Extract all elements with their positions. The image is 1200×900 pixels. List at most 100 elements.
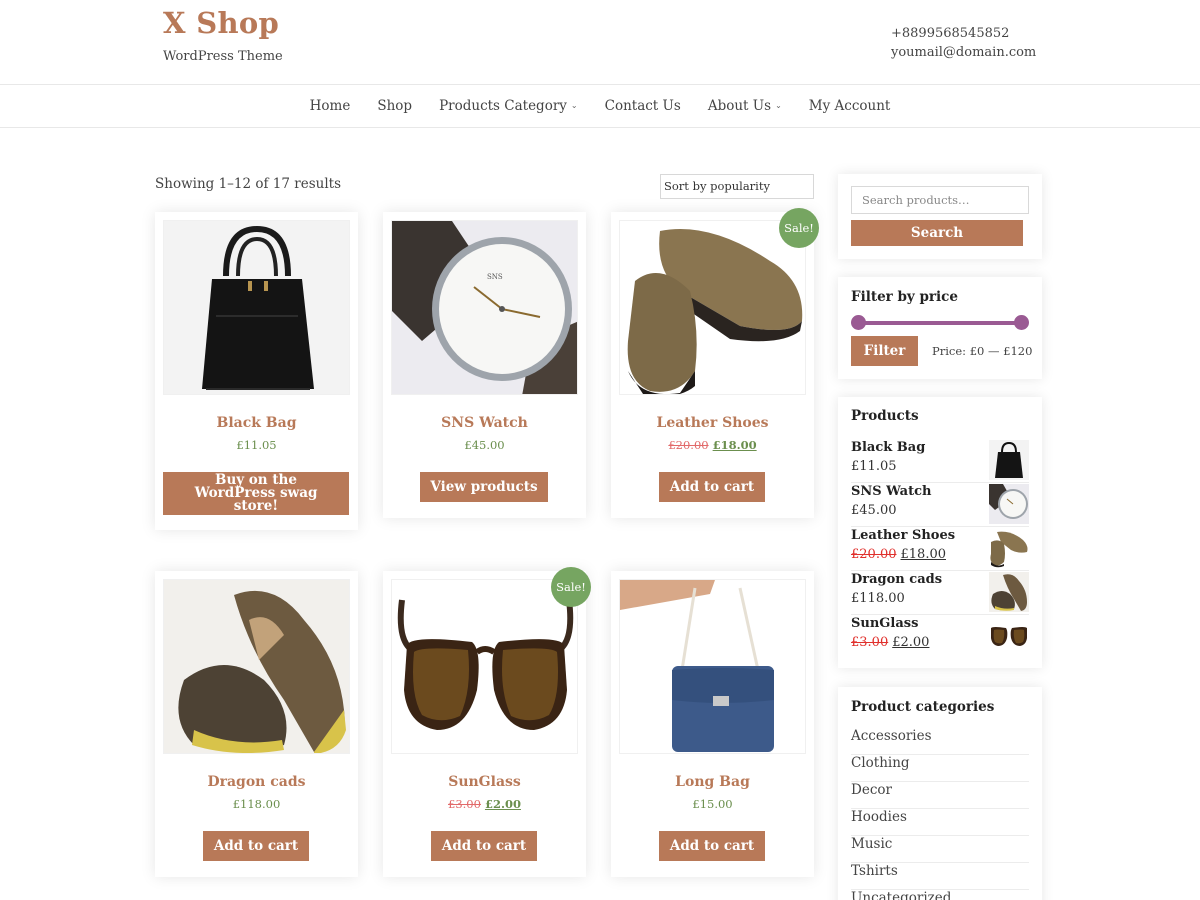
product-card: SNS SNS Watch £45.00 View products — [383, 212, 586, 518]
nav-label: Products Category — [439, 98, 567, 114]
chevron-down-icon: ⌄ — [570, 100, 578, 110]
category-link[interactable]: Hoodies — [851, 809, 1029, 836]
product-list-item[interactable]: Black Bag £11.05 — [851, 439, 1029, 483]
thumb-sunglasses[interactable] — [989, 616, 1029, 656]
site-header: X Shop WordPress Theme +8899568545852 yo… — [0, 0, 1200, 85]
price-slider-max-handle[interactable] — [1014, 315, 1029, 330]
price-filter-widget: Filter by price Filter Price: £0 — £120 — [838, 277, 1042, 379]
search-widget: Search products… Search — [838, 174, 1042, 259]
nav-label: About Us — [707, 98, 772, 114]
contact-email[interactable]: youmail@domain.com — [891, 43, 1036, 62]
category-link[interactable]: Decor — [851, 782, 1029, 809]
product-list-name[interactable]: Black Bag — [851, 440, 925, 455]
sale-badge: Sale! — [779, 208, 819, 248]
category-link[interactable]: Clothing — [851, 755, 1029, 782]
sort-select[interactable]: Sort by popularity — [660, 174, 814, 199]
search-button[interactable]: Search — [851, 220, 1023, 246]
widget-title: Product categories — [851, 699, 995, 715]
product-card: Sale! Leather Shoes £20.00 £18.00 Add to … — [611, 208, 819, 518]
search-input[interactable]: Search products… — [851, 186, 1029, 214]
old-price: £3.00 — [851, 635, 889, 650]
filter-button[interactable]: Filter — [851, 336, 918, 366]
product-title[interactable]: Black Bag — [155, 415, 358, 431]
chevron-down-icon: ⌄ — [775, 100, 782, 110]
product-list-price: £20.00 £18.00 — [851, 547, 946, 562]
contact-phone: +8899568545852 — [891, 26, 1010, 41]
product-image-black-handbag[interactable] — [163, 220, 350, 395]
old-price: £3.00 — [448, 797, 481, 811]
product-card: Dragon cads £118.00 Add to cart — [155, 571, 358, 877]
sale-price: £2.00 — [892, 635, 930, 650]
nav-item-products-category[interactable]: Products Category ⌄ — [426, 98, 592, 114]
product-list-name[interactable]: SunGlass — [851, 616, 918, 631]
price-range-label: Price: £0 — £120 — [932, 344, 1033, 358]
sale-price: £2.00 — [484, 797, 521, 811]
product-price: £20.00 £18.00 — [611, 438, 814, 452]
product-list-item[interactable]: SunGlass £3.00 £2.00 — [851, 615, 1029, 659]
product-price: £3.00 £2.00 — [383, 797, 586, 811]
add-to-cart-button[interactable]: Add to cart — [659, 472, 765, 502]
price-slider-track[interactable] — [858, 321, 1021, 325]
price-slider-min-handle[interactable] — [851, 315, 866, 330]
products-widget: Products Black Bag £11.05 SNS Watch £45.… — [838, 397, 1042, 668]
product-image-blue-shoulder-bag[interactable] — [619, 579, 806, 754]
product-list-price: £11.05 — [851, 459, 897, 474]
nav-item-about-us[interactable]: About Us ⌄ — [694, 98, 795, 114]
thumb-black-handbag[interactable] — [989, 440, 1029, 480]
widget-title: Filter by price — [851, 289, 958, 305]
product-title[interactable]: Dragon cads — [155, 774, 358, 790]
product-list-item[interactable]: Dragon cads £118.00 — [851, 571, 1029, 615]
site-tagline: WordPress Theme — [163, 49, 283, 64]
view-products-button[interactable]: View products — [420, 472, 548, 502]
widget-title: Products — [851, 408, 919, 424]
product-list-name[interactable]: Leather Shoes — [851, 528, 955, 543]
category-link[interactable]: Uncategorized — [851, 890, 1029, 900]
product-image-sneakers[interactable] — [163, 579, 350, 754]
product-price: £118.00 — [232, 797, 281, 811]
product-card: Long Bag £15.00 Add to cart — [611, 571, 814, 877]
product-categories-widget: Product categories Accessories Clothing … — [838, 687, 1042, 900]
product-list-item[interactable]: SNS Watch £45.00 — [851, 483, 1029, 527]
product-list-name[interactable]: SNS Watch — [851, 484, 931, 499]
product-price: £15.00 — [692, 797, 733, 811]
nav-item-home[interactable]: Home — [296, 98, 364, 114]
product-list-name[interactable]: Dragon cads — [851, 572, 942, 587]
nav-item-contact-us[interactable]: Contact Us — [591, 98, 694, 114]
thumb-suede-shoes[interactable] — [989, 528, 1029, 568]
product-title[interactable]: Long Bag — [611, 774, 814, 790]
add-to-cart-button[interactable]: Add to cart — [659, 831, 765, 861]
nav-label: Home — [309, 98, 351, 114]
product-price: £45.00 — [464, 438, 505, 452]
category-link[interactable]: Tshirts — [851, 863, 1029, 890]
add-to-cart-button[interactable]: Add to cart — [431, 831, 537, 861]
product-price: £11.05 — [236, 438, 277, 452]
product-image-suede-shoes[interactable] — [619, 220, 806, 395]
product-image-wrist-watch[interactable]: SNS — [391, 220, 578, 395]
main-navigation: Home Shop Products Category ⌄ Contact Us … — [0, 85, 1200, 128]
nav-item-my-account[interactable]: My Account — [795, 98, 904, 114]
product-title[interactable]: Leather Shoes — [611, 415, 814, 431]
product-image-sunglasses[interactable] — [391, 579, 578, 754]
thumb-sneakers[interactable] — [989, 572, 1029, 612]
product-title[interactable]: SunGlass — [383, 774, 586, 790]
site-title[interactable]: X Shop — [163, 6, 279, 40]
nav-label: Contact Us — [604, 98, 681, 114]
nav-label: Shop — [377, 98, 413, 114]
sale-badge: Sale! — [551, 567, 591, 607]
product-list-price: £45.00 — [851, 503, 897, 518]
product-card: Sale! SunGlass £3.00 £2.00 Add to cart — [383, 567, 591, 877]
old-price: £20.00 — [668, 438, 709, 452]
thumb-wrist-watch[interactable] — [989, 484, 1029, 524]
product-list-item[interactable]: Leather Shoes £20.00 £18.00 — [851, 527, 1029, 571]
header-contact: +8899568545852 youmail@domain.com — [891, 24, 1036, 62]
product-list-price: £3.00 £2.00 — [851, 635, 929, 650]
svg-text:SNS: SNS — [487, 273, 503, 281]
sale-price: £18.00 — [900, 547, 947, 562]
add-to-cart-button[interactable]: Add to cart — [203, 831, 309, 861]
product-card: Black Bag £11.05 Buy on the WordPress sw… — [155, 212, 358, 530]
product-title[interactable]: SNS Watch — [383, 415, 586, 431]
buy-external-button[interactable]: Buy on the WordPress swag store! — [163, 472, 349, 515]
nav-item-shop[interactable]: Shop — [364, 98, 426, 114]
category-link[interactable]: Accessories — [851, 728, 1029, 755]
category-link[interactable]: Music — [851, 836, 1029, 863]
